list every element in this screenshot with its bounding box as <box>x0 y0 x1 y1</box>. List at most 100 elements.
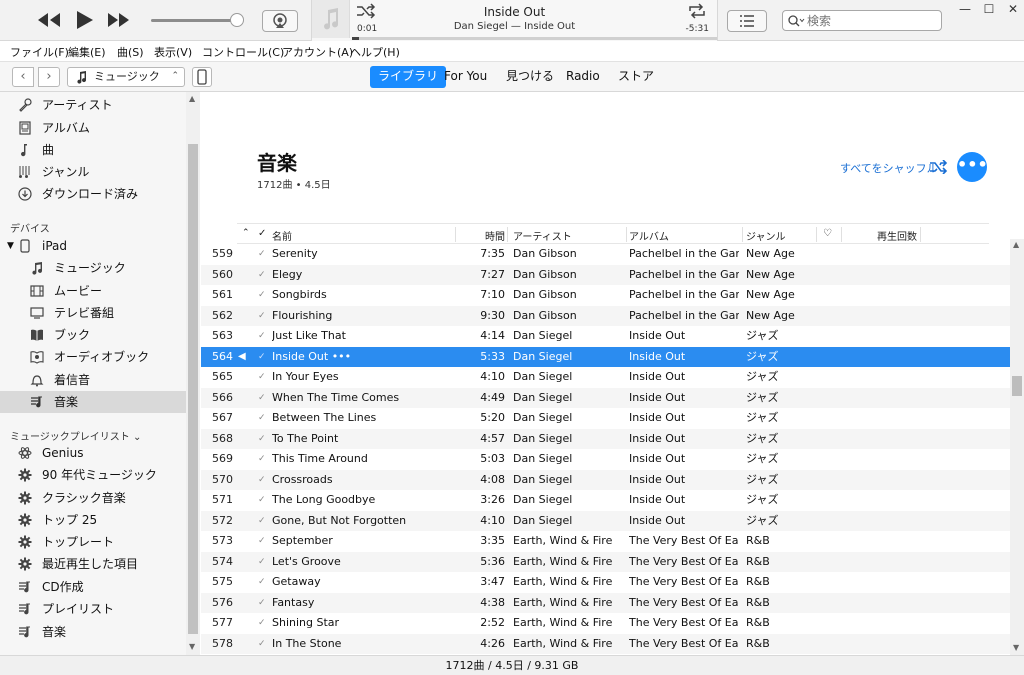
table-row[interactable]: 563 ✓ Just Like That 4:14 Dan Siegel Inside O… <box>201 326 1010 347</box>
next-track-button[interactable] <box>106 9 130 31</box>
sidebar-item-songs[interactable]: 曲 <box>0 139 186 161</box>
tab-library[interactable]: ライブラリ <box>370 66 447 88</box>
sidebar-item-music-playlist[interactable]: 音楽 <box>0 621 186 643</box>
check-icon[interactable]: ✓ <box>258 429 268 449</box>
table-row[interactable]: 573 ✓ September 3:35 Earth, Wind & Fire The V… <box>201 531 1010 552</box>
check-icon[interactable]: ✓ <box>258 449 268 469</box>
check-icon[interactable]: ✓ <box>258 552 268 572</box>
playlists-header[interactable]: ミュージックプレイリスト ⌄ <box>10 428 141 443</box>
sidebar-item-ipad[interactable]: ▼ iPad <box>0 235 186 257</box>
column-album[interactable]: アルバム <box>629 228 669 243</box>
scroll-up-icon[interactable]: ▲ <box>1013 240 1019 249</box>
table-row[interactable]: 560 ✓ Elegy 7:27 Dan Gibson Pachelbel in the … <box>201 264 1010 285</box>
table-row[interactable]: 576 ✓ Fantasy 4:38 Earth, Wind & Fire The Ver… <box>201 592 1010 613</box>
table-row[interactable]: 559 ✓ Serenity 7:35 Dan Gibson Pachelbel in t… <box>201 244 1010 265</box>
sidebar-scroll-thumb[interactable] <box>188 144 198 634</box>
song-list-scrollbar[interactable]: ▲ ▼ <box>1010 239 1024 655</box>
volume-knob[interactable] <box>230 13 244 27</box>
check-icon[interactable]: ✓ <box>258 265 268 285</box>
tab-radio[interactable]: Radio <box>558 66 608 88</box>
sidebar-item-cd-burn[interactable]: CD作成 <box>0 576 186 598</box>
table-row[interactable]: 578 ✓ In The Stone 4:26 Earth, Wind & Fire Th… <box>201 633 1010 654</box>
column-heart[interactable]: ♡ <box>823 228 832 239</box>
menu-song[interactable]: 曲(S) <box>117 44 144 60</box>
table-row[interactable]: 574 ✓ Let's Groove 5:36 Earth, Wind & Fire Th… <box>201 551 1010 572</box>
sidebar-item-recently-played[interactable]: 最近再生した項目 <box>0 553 186 575</box>
table-row[interactable]: 572 ✓ Gone, But Not Forgotten 4:10 Dan Siege… <box>201 510 1010 531</box>
table-row-now-playing[interactable]: 564 ✓ Inside Out ••• 5:33 Dan Siegel Inside O… <box>201 346 1010 367</box>
check-icon[interactable]: ✓ <box>258 470 268 490</box>
shuffle-all-button[interactable]: すべてをシャッフル <box>840 160 938 176</box>
sidebar-item-device-music[interactable]: ミュージック <box>0 257 186 279</box>
table-row[interactable]: 566 ✓ When The Time Comes 4:49 Dan Siegel Ins… <box>201 387 1010 408</box>
tab-for-you[interactable]: For You <box>436 66 495 88</box>
airplay-button[interactable] <box>262 10 298 32</box>
device-button[interactable] <box>192 67 212 87</box>
sidebar-item-downloaded[interactable]: ダウンロード済み <box>0 183 186 205</box>
playback-progress-bar[interactable] <box>352 37 717 40</box>
sidebar-item-artists[interactable]: アーティスト <box>0 94 186 116</box>
play-button[interactable] <box>72 9 96 31</box>
table-row[interactable]: 569 ✓ This Time Around 5:03 Dan Siegel Inside… <box>201 449 1010 470</box>
check-icon[interactable]: ✓ <box>258 531 268 551</box>
check-icon[interactable]: ✓ <box>258 347 268 367</box>
column-genre[interactable]: ジャンル <box>746 228 786 243</box>
check-icon[interactable]: ✓ <box>258 408 268 428</box>
table-row[interactable]: 562 ✓ Flourishing 9:30 Dan Gibson Pachelbel i… <box>201 305 1010 326</box>
sidebar-item-device-movies[interactable]: ムービー <box>0 280 186 302</box>
sidebar-item-device-books[interactable]: ブック <box>0 324 186 346</box>
scroll-down-icon[interactable]: ▼ <box>189 642 195 651</box>
search-box[interactable] <box>782 10 942 31</box>
sidebar-item-device-audiobooks[interactable]: オーディオブック <box>0 346 186 368</box>
column-plays[interactable]: 再生回数 <box>877 228 917 243</box>
menu-edit[interactable]: 編集(E) <box>68 44 106 60</box>
menu-account[interactable]: アカウント(A) <box>282 44 353 60</box>
table-row[interactable]: 570 ✓ Crossroads 4:08 Dan Siegel Inside Out ジャ… <box>201 469 1010 490</box>
check-icon[interactable]: ✓ <box>258 572 268 592</box>
check-icon[interactable]: ✓ <box>258 306 268 326</box>
more-options-button[interactable]: ••• <box>957 152 988 182</box>
sidebar-scrollbar[interactable]: ▲ ▼ <box>186 92 200 655</box>
tab-store[interactable]: ストア <box>610 66 662 88</box>
now-playing-artist[interactable]: Dan Siegel — Inside Out <box>352 21 677 32</box>
sidebar-item-genres[interactable]: ジャンル <box>0 161 186 183</box>
remaining-time[interactable]: -5:31 <box>686 24 709 34</box>
check-icon[interactable]: ✓ <box>258 593 268 613</box>
table-row[interactable]: 575 ✓ Getaway 3:47 Earth, Wind & Fire The Ver… <box>201 572 1010 593</box>
sidebar-item-90s-music[interactable]: 90 年代ミュージック <box>0 464 186 486</box>
column-artist[interactable]: アーティスト <box>513 228 572 243</box>
sidebar-item-top-25[interactable]: トップ 25 <box>0 509 186 531</box>
check-icon[interactable]: ✓ <box>258 634 268 654</box>
menu-help[interactable]: ヘルプ(H) <box>350 44 400 60</box>
shuffle-icon[interactable] <box>929 160 949 174</box>
forward-button[interactable]: › <box>38 67 60 87</box>
sidebar-item-classical[interactable]: クラシック音楽 <box>0 487 186 509</box>
column-time[interactable]: 時間 <box>485 228 505 243</box>
search-input[interactable] <box>807 12 937 29</box>
repeat-icon[interactable] <box>687 2 707 20</box>
scroll-down-icon[interactable]: ▼ <box>1013 643 1019 652</box>
sidebar-item-playlist[interactable]: プレイリスト <box>0 598 186 620</box>
sidebar-item-device-tones[interactable]: 着信音 <box>0 369 186 391</box>
check-icon[interactable]: ✓ <box>258 613 268 633</box>
sidebar-item-device-tv[interactable]: テレビ番組 <box>0 302 186 324</box>
column-name[interactable]: 名前 <box>272 228 292 243</box>
check-icon[interactable]: ✓ <box>258 367 268 387</box>
check-icon[interactable]: ✓ <box>258 285 268 305</box>
check-icon[interactable]: ✓ <box>258 244 268 264</box>
previous-track-button[interactable] <box>36 9 62 31</box>
media-kind-select[interactable]: ミュージック ⌃ <box>67 67 185 87</box>
close-window-button[interactable]: ✕ <box>1004 2 1022 18</box>
album-art[interactable] <box>312 0 350 38</box>
table-row[interactable]: 567 ✓ Between The Lines 5:20 Dan Siegel Insid… <box>201 408 1010 429</box>
sidebar-item-albums[interactable]: アルバム <box>0 117 186 139</box>
sidebar-item-genius[interactable]: Genius <box>0 442 186 464</box>
check-icon[interactable]: ✓ <box>258 511 268 531</box>
check-icon[interactable]: ✓ <box>258 490 268 510</box>
check-icon[interactable]: ✓ <box>258 326 268 346</box>
sidebar-item-device-playlist-music[interactable]: 音楽 <box>0 391 186 413</box>
maximize-window-button[interactable]: ☐ <box>980 2 998 18</box>
sidebar-item-top-rated[interactable]: トップレート <box>0 531 186 553</box>
table-row[interactable]: 561 ✓ Songbirds 7:10 Dan Gibson Pachelbel in … <box>201 285 1010 306</box>
triangle-down-icon[interactable]: ▼ <box>7 235 14 257</box>
